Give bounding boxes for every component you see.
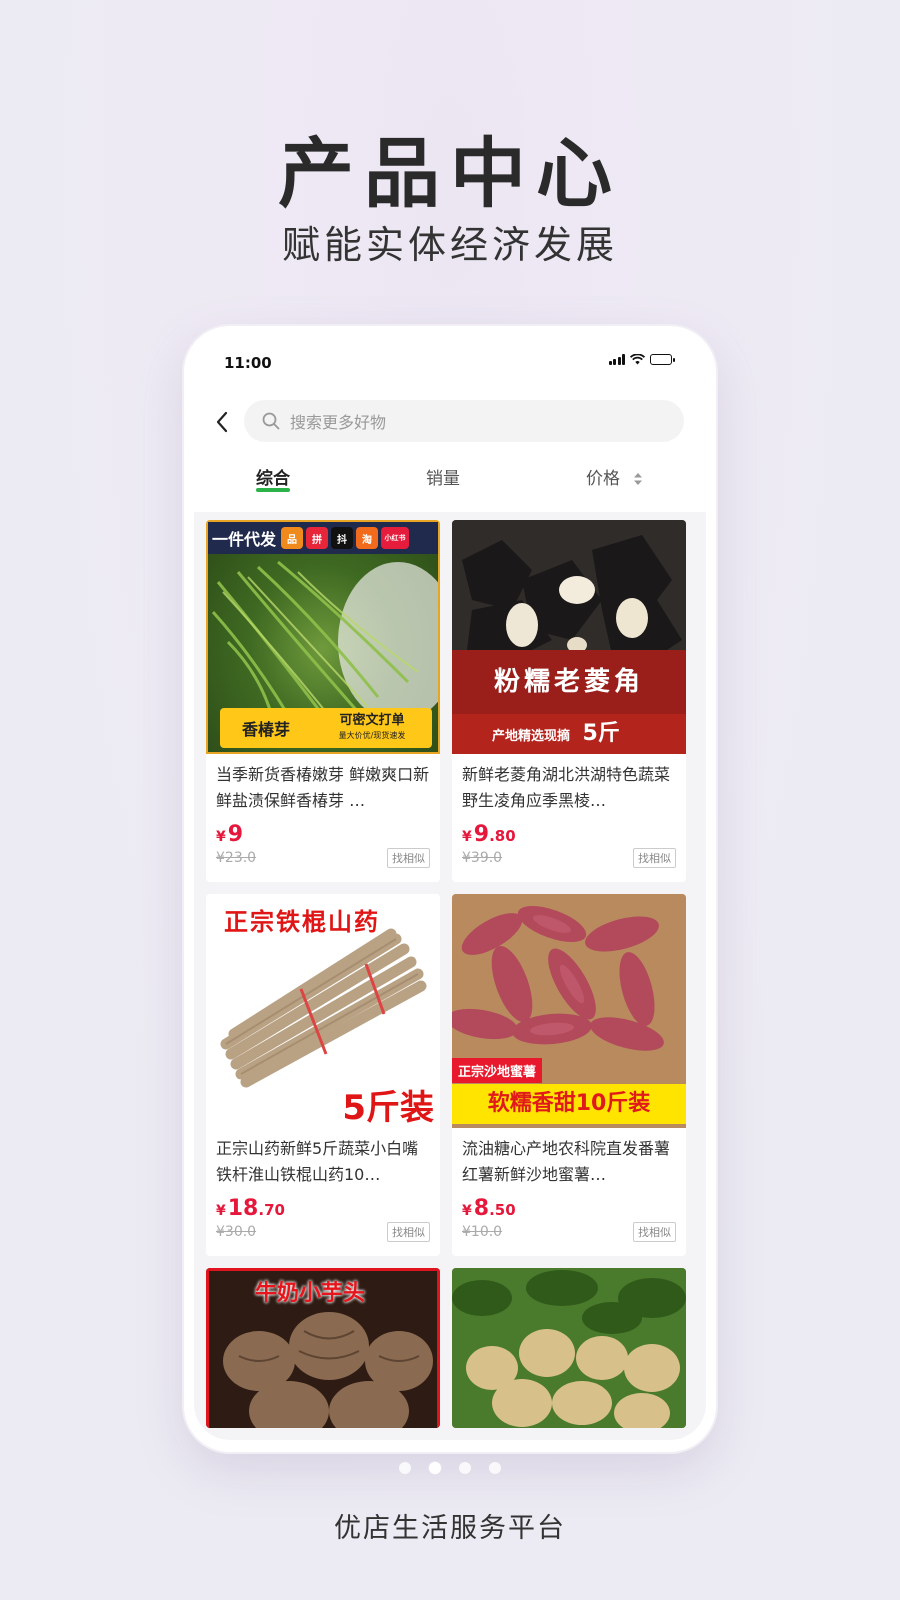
platform-badge: 品 — [281, 527, 304, 549]
page-dot[interactable] — [399, 1462, 411, 1474]
header-area: 11:00 搜索更多好物 综合 销量 价格 — [194, 336, 706, 512]
product-image: 正宗铁棍山药 5斤装 — [206, 894, 440, 1128]
banner-weight: 5斤 — [582, 721, 620, 746]
tag-small-text: 量大价优/现货速发 — [338, 731, 406, 740]
price-integer: 9 — [473, 822, 490, 847]
page-dot[interactable] — [459, 1462, 471, 1474]
sort-arrows-icon — [634, 473, 643, 485]
price-decimal: .80 — [489, 827, 516, 845]
product-card[interactable]: 正宗铁棍山药 5斤装 正宗山药新鲜5斤蔬菜小白嘴铁杆淮山铁棍山药10… ¥ 18… — [206, 894, 440, 1256]
product-card[interactable]: 一件代发 品 拼 抖 淘 小红书 香椿芽 可密文打单 量大价优/现货速发 当季新… — [206, 520, 440, 882]
price-symbol: ¥ — [216, 829, 226, 845]
tag-side-text: 可密文打单 — [339, 713, 405, 728]
signal-icon — [608, 354, 625, 365]
tab-sales[interactable]: 销量 — [426, 464, 460, 489]
search-input[interactable]: 搜索更多好物 — [244, 400, 684, 442]
tag-side: 可密文打单 量大价优/现货速发 — [312, 713, 432, 743]
image-headline: 牛奶小芋头 — [255, 1281, 366, 1306]
platform-badge: 抖 — [331, 527, 354, 549]
platform-badge: 拼 — [306, 527, 329, 549]
image-label-small: 正宗沙地蜜薯 — [452, 1058, 543, 1083]
product-image — [452, 1268, 686, 1428]
product-title: 新鲜老菱角湖北洪湖特色蔬菜野生凌角应季黑棱… — [462, 765, 671, 810]
footer-text: 优店生活服务平台 — [334, 1513, 566, 1544]
product-title: 正宗山药新鲜5斤蔬菜小白嘴铁杆淮山铁棍山药10… — [216, 1139, 419, 1184]
active-tab-indicator — [256, 488, 290, 492]
product-card[interactable] — [452, 1268, 686, 1428]
tab-comprehensive[interactable]: 综合 — [256, 464, 290, 489]
tab-price-label: 价格 — [586, 469, 620, 489]
chevron-left-icon — [216, 411, 228, 433]
product-image: 粉糯老菱角 产地精选现摘 5斤 — [452, 520, 686, 754]
image-banner: 粉糯老菱角 — [452, 650, 686, 714]
find-similar-button[interactable]: 找相似 — [387, 848, 430, 868]
find-similar-button[interactable]: 找相似 — [387, 1222, 430, 1242]
find-similar-button[interactable]: 找相似 — [633, 848, 676, 868]
price: ¥ 8 .50 — [452, 1190, 686, 1221]
search-icon — [262, 412, 280, 430]
price: ¥ 9 .80 — [452, 816, 686, 847]
image-badge-band: 一件代发 品 拼 抖 淘 小红书 — [208, 522, 438, 554]
product-image: 一件代发 品 拼 抖 淘 小红书 香椿芽 可密文打单 量大价优/现货速发 — [206, 520, 440, 754]
hero-title: 产品中心 — [278, 129, 622, 218]
potato-illustration — [452, 1268, 686, 1428]
price: ¥ 9 — [206, 816, 440, 847]
original-price: ¥23.0 — [216, 850, 257, 866]
battery-icon — [650, 354, 675, 365]
platform-badge: 淘 — [356, 527, 379, 549]
price-decimal: .50 — [489, 1201, 516, 1219]
original-price-row: ¥30.0 找相似 — [206, 1220, 440, 1244]
status-icons — [608, 354, 675, 365]
image-label-big: 软糯香甜10斤装 — [452, 1084, 686, 1124]
price-decimal: .70 — [258, 1201, 285, 1219]
badge-text: 一件代发 — [212, 530, 277, 549]
tag-main: 香椿芽 — [241, 720, 290, 739]
product-title: 流油糖心产地农科院直发番薯红薯新鲜沙地蜜薯… — [462, 1139, 671, 1184]
product-grid: 一件代发 品 拼 抖 淘 小红书 香椿芽 可密文打单 量大价优/现货速发 当季新… — [206, 520, 686, 1428]
product-title: 当季新货香椿嫩芽 鲜嫩爽口新鲜盐渍保鲜香椿芽 … — [216, 765, 430, 810]
original-price-row: ¥10.0 找相似 — [452, 1220, 686, 1244]
original-price: ¥10.0 — [462, 1224, 503, 1240]
phone-screen: 11:00 搜索更多好物 综合 销量 价格 一件代发 品 拼 抖 淘 小红书 香… — [194, 336, 706, 1440]
banner-sub: 产地精选现摘 — [492, 729, 571, 744]
price-symbol: ¥ — [462, 1203, 472, 1219]
original-price: ¥39.0 — [462, 850, 503, 866]
original-price-row: ¥39.0 找相似 — [452, 846, 686, 870]
product-image: 牛奶小芋头 — [206, 1268, 440, 1428]
price: ¥ 18 .70 — [206, 1190, 440, 1221]
image-subbanner: 产地精选现摘 5斤 — [452, 714, 686, 754]
product-image: 正宗沙地蜜薯 软糯香甜10斤装 — [452, 894, 686, 1128]
platform-badge: 小红书 — [381, 527, 410, 549]
price-integer: 18 — [227, 1196, 259, 1221]
page-indicator — [0, 1462, 900, 1474]
status-time: 11:00 — [224, 354, 272, 372]
price-integer: 8 — [473, 1196, 490, 1221]
sort-tabs: 综合 销量 价格 — [194, 464, 706, 504]
price-symbol: ¥ — [216, 1203, 226, 1219]
product-card[interactable]: 牛奶小芋头 — [206, 1268, 440, 1428]
hero-subtitle: 赋能实体经济发展 — [281, 223, 618, 267]
product-card[interactable]: 粉糯老菱角 产地精选现摘 5斤 新鲜老菱角湖北洪湖特色蔬菜野生凌角应季黑棱… ¥… — [452, 520, 686, 882]
search-placeholder: 搜索更多好物 — [290, 413, 387, 432]
product-card[interactable]: 正宗沙地蜜薯 软糯香甜10斤装 流油糖心产地农科院直发番薯红薯新鲜沙地蜜薯… ¥… — [452, 894, 686, 1256]
tab-price[interactable]: 价格 — [586, 464, 643, 489]
image-weight: 5斤装 — [342, 1088, 434, 1128]
phone-mockup: 11:00 搜索更多好物 综合 销量 价格 一件代发 品 拼 抖 淘 小红书 香… — [184, 326, 716, 1452]
back-button[interactable] — [210, 410, 234, 434]
original-price-row: ¥23.0 找相似 — [206, 846, 440, 870]
price-integer: 9 — [227, 822, 244, 847]
image-tag: 香椿芽 可密文打单 量大价优/现货速发 — [220, 708, 432, 748]
page-dot-active[interactable] — [429, 1462, 441, 1474]
page-dot[interactable] — [489, 1462, 501, 1474]
wifi-icon — [630, 354, 645, 365]
original-price: ¥30.0 — [216, 1224, 257, 1240]
find-similar-button[interactable]: 找相似 — [633, 1222, 676, 1242]
price-symbol: ¥ — [462, 829, 472, 845]
